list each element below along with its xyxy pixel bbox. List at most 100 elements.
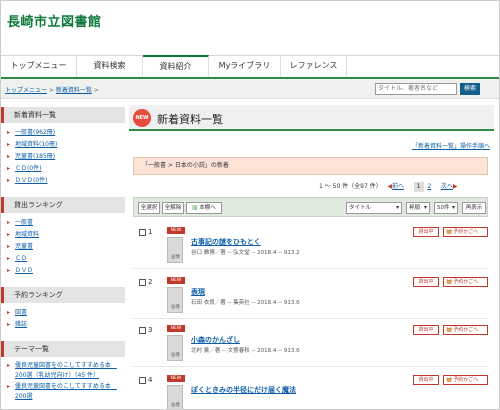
item-title-link[interactable]: 小森のかんざし bbox=[191, 335, 240, 345]
new-badge: NEW bbox=[167, 325, 185, 332]
sidebar-item-reserve-magazines[interactable]: 雑誌 bbox=[7, 319, 125, 331]
reserve-label: 予約かごへ bbox=[453, 229, 479, 235]
item-meta: 北村 薫／著 -- 文藝春秋 -- 2018.4 -- 913.6 bbox=[191, 348, 300, 354]
sidebar-item-loan-local[interactable]: 地域資料 bbox=[7, 229, 125, 241]
reserve-button[interactable]: 🧺予約かごへ bbox=[443, 277, 488, 287]
search-button[interactable]: 検索 bbox=[460, 83, 480, 95]
item-title-link[interactable]: ぼくときみの半径にだけ届く魔法 bbox=[191, 385, 296, 395]
count-select[interactable]: 50件 ▾ bbox=[434, 202, 458, 214]
sidebar-heading-themes: テーマ一覧 bbox=[1, 341, 125, 357]
sidebar-list-themes: 優良児童図書をのこしてすすめる本 200選（乳幼児向け）（45 件） 優良児童図… bbox=[1, 357, 125, 409]
basket-icon: 🧺 bbox=[446, 279, 453, 285]
cover-thumbnail: 画像 bbox=[167, 237, 183, 263]
page-title: 新着資料一覧 bbox=[157, 113, 223, 126]
status-badge: 貸出中 bbox=[413, 227, 439, 237]
sidebar-item-theme[interactable]: 優良児童図書をのこしてすすめる本 200選 bbox=[7, 382, 125, 402]
reserve-button[interactable]: 🧺予約かごへ bbox=[443, 227, 488, 237]
sort-value: タイトル bbox=[349, 205, 372, 211]
clear-all-button[interactable]: 全解除 bbox=[162, 202, 184, 214]
select-checkbox[interactable] bbox=[139, 229, 146, 236]
breadcrumb-separator: > bbox=[93, 87, 99, 94]
chevron-down-icon: ▾ bbox=[423, 204, 427, 211]
breadcrumb-home-link[interactable]: トップメニュー bbox=[5, 87, 47, 94]
select-checkbox[interactable] bbox=[139, 279, 146, 286]
sidebar-item-reserve-books[interactable]: 図書 bbox=[7, 307, 125, 319]
page-link-2[interactable]: 2 bbox=[427, 183, 431, 190]
sidebar-item-loan-dvd[interactable]: ＤＶＤ bbox=[7, 265, 125, 277]
select-all-button[interactable]: 全選択 bbox=[138, 202, 160, 214]
basket-icon: 🧺 bbox=[446, 229, 453, 235]
sidebar-heading-new[interactable]: 新着資料一覧 bbox=[1, 107, 125, 123]
breadcrumb-current-link[interactable]: 新着資料一覧 bbox=[56, 87, 92, 94]
list-item: 3 NEW 画像 小森のかんざし 北村 薫／著 -- 文藝春秋 -- 2018.… bbox=[133, 325, 488, 367]
site-title[interactable]: 長崎市立図書館 bbox=[7, 11, 102, 30]
item-title-link[interactable]: 古事記の謎をひもとく bbox=[191, 237, 261, 247]
tab-search[interactable]: 資料検索 bbox=[77, 55, 143, 77]
status-badge: 貸出中 bbox=[413, 325, 439, 335]
sidebar-item-loan-general[interactable]: 一般書 bbox=[7, 217, 125, 229]
list-item: 2 NEW 画像 表現 石田 衣良／著 -- 集英社 -- 2018.4 -- … bbox=[133, 277, 488, 319]
select-checkbox[interactable] bbox=[139, 327, 146, 334]
sidebar-item-cd[interactable]: ＣＤ(0件) bbox=[7, 163, 125, 175]
tab-top-menu[interactable]: トップメニュー bbox=[1, 55, 77, 77]
status-badge: 貸出中 bbox=[413, 277, 439, 287]
thumbnail-label: 画像 bbox=[171, 255, 180, 260]
item-meta: 谷口 雅博／著 -- 弘文堂 -- 2018.4 -- 913.2 bbox=[191, 250, 300, 256]
item-number: 1 bbox=[148, 228, 153, 236]
thumbnail-label: 画像 bbox=[171, 403, 180, 408]
sidebar-item-loan-cd[interactable]: ＣＤ bbox=[7, 253, 125, 265]
basket-icon: 🧺 bbox=[446, 377, 453, 383]
bookshelf-button[interactable]: ▥ 本棚へ bbox=[186, 202, 222, 214]
tab-reference[interactable]: レファレンス bbox=[281, 55, 347, 77]
tab-introduction[interactable]: 資料紹介 bbox=[143, 55, 209, 77]
tab-my-library[interactable]: Myライブラリ bbox=[209, 55, 281, 77]
order-select[interactable]: 昇順 ▾ bbox=[406, 202, 430, 214]
chevron-down-icon: ▾ bbox=[451, 204, 455, 211]
sidebar-item-loan-children[interactable]: 児童書 bbox=[7, 241, 125, 253]
cover-thumbnail: 画像 bbox=[167, 335, 183, 361]
reserve-button[interactable]: 🧺予約かごへ bbox=[443, 325, 488, 335]
result-range: 1 〜 50 件（全97 件） bbox=[319, 183, 382, 190]
item-title-link[interactable]: 表現 bbox=[191, 287, 205, 297]
main-content: NEW 新着資料一覧 「新着資料一覧」操作手順へ 「一般書 > 日本の小説」の新… bbox=[129, 105, 494, 409]
order-value: 昇順 bbox=[409, 205, 421, 211]
sidebar-list-new: 一般書(962冊) 地域資料(10冊) 児童書(185冊) ＣＤ(0件) ＤＶＤ… bbox=[1, 123, 125, 195]
sidebar-list-reserve: 図書 雑誌 bbox=[1, 303, 125, 339]
main-nav-tabs: トップメニュー 資料検索 資料紹介 Myライブラリ レファレンス bbox=[1, 55, 499, 77]
thumbnail-label: 画像 bbox=[171, 353, 180, 358]
basket-icon: 🧺 bbox=[446, 327, 453, 333]
status-badge: 貸出中 bbox=[413, 375, 439, 385]
tab-bar-filler bbox=[347, 55, 499, 77]
sidebar-item-general[interactable]: 一般書(962冊) bbox=[7, 127, 125, 139]
reserve-button[interactable]: 🧺予約かごへ bbox=[443, 375, 488, 385]
sidebar-item-dvd[interactable]: ＤＶＤ(0件) bbox=[7, 175, 125, 187]
sort-select[interactable]: タイトル ▾ bbox=[346, 202, 402, 214]
thumbnail-label: 画像 bbox=[171, 305, 180, 310]
main-heading-bar: NEW 新着資料一覧 bbox=[129, 105, 494, 131]
next-link[interactable]: 次へ bbox=[441, 183, 453, 190]
list-item: 1 NEW 画像 古事記の謎をひもとく 谷口 雅博／著 -- 弘文堂 -- 20… bbox=[133, 227, 488, 269]
sidebar-item-children[interactable]: 児童書(185冊) bbox=[7, 151, 125, 163]
sidebar-heading-loan-ranking: 貸出ランキング bbox=[1, 197, 125, 213]
cover-thumbnail: 画像 bbox=[167, 385, 183, 409]
search-input[interactable] bbox=[375, 83, 457, 95]
new-badge: NEW bbox=[167, 375, 185, 382]
count-value: 50件 bbox=[437, 205, 450, 211]
search-condition: 「一般書 > 日本の小説」の新着 bbox=[133, 157, 488, 175]
select-checkbox[interactable] bbox=[139, 377, 146, 384]
sidebar-item-local[interactable]: 地域資料(10冊) bbox=[7, 139, 125, 151]
reserve-label: 予約かごへ bbox=[453, 279, 479, 285]
new-badge: NEW bbox=[167, 227, 185, 234]
sidebar-item-theme[interactable]: 優良児童図書をのこしてすすめる本 200選（乳幼児向け）（45 件） bbox=[7, 361, 125, 381]
sidebar-heading-reserve-ranking: 予約ランキング bbox=[1, 287, 125, 303]
pager: 1 〜 50 件（全97 件） ◀前へ 1 2 次へ▶ bbox=[319, 181, 457, 192]
next-arrow-icon: ▶ bbox=[452, 183, 458, 190]
new-badge-icon: NEW bbox=[133, 109, 151, 127]
reserve-label: 予約かごへ bbox=[453, 377, 479, 383]
item-meta: 石田 衣良／著 -- 集英社 -- 2018.4 -- 913.6 bbox=[191, 300, 300, 306]
redisplay-button[interactable]: 再表示 bbox=[462, 202, 486, 214]
bookshelf-icon: ▥ bbox=[192, 205, 198, 211]
help-link[interactable]: 「新着資料一覧」操作手順へ bbox=[412, 141, 490, 150]
prev-link[interactable]: 前へ bbox=[392, 183, 404, 190]
cover-thumbnail: 画像 bbox=[167, 287, 183, 313]
